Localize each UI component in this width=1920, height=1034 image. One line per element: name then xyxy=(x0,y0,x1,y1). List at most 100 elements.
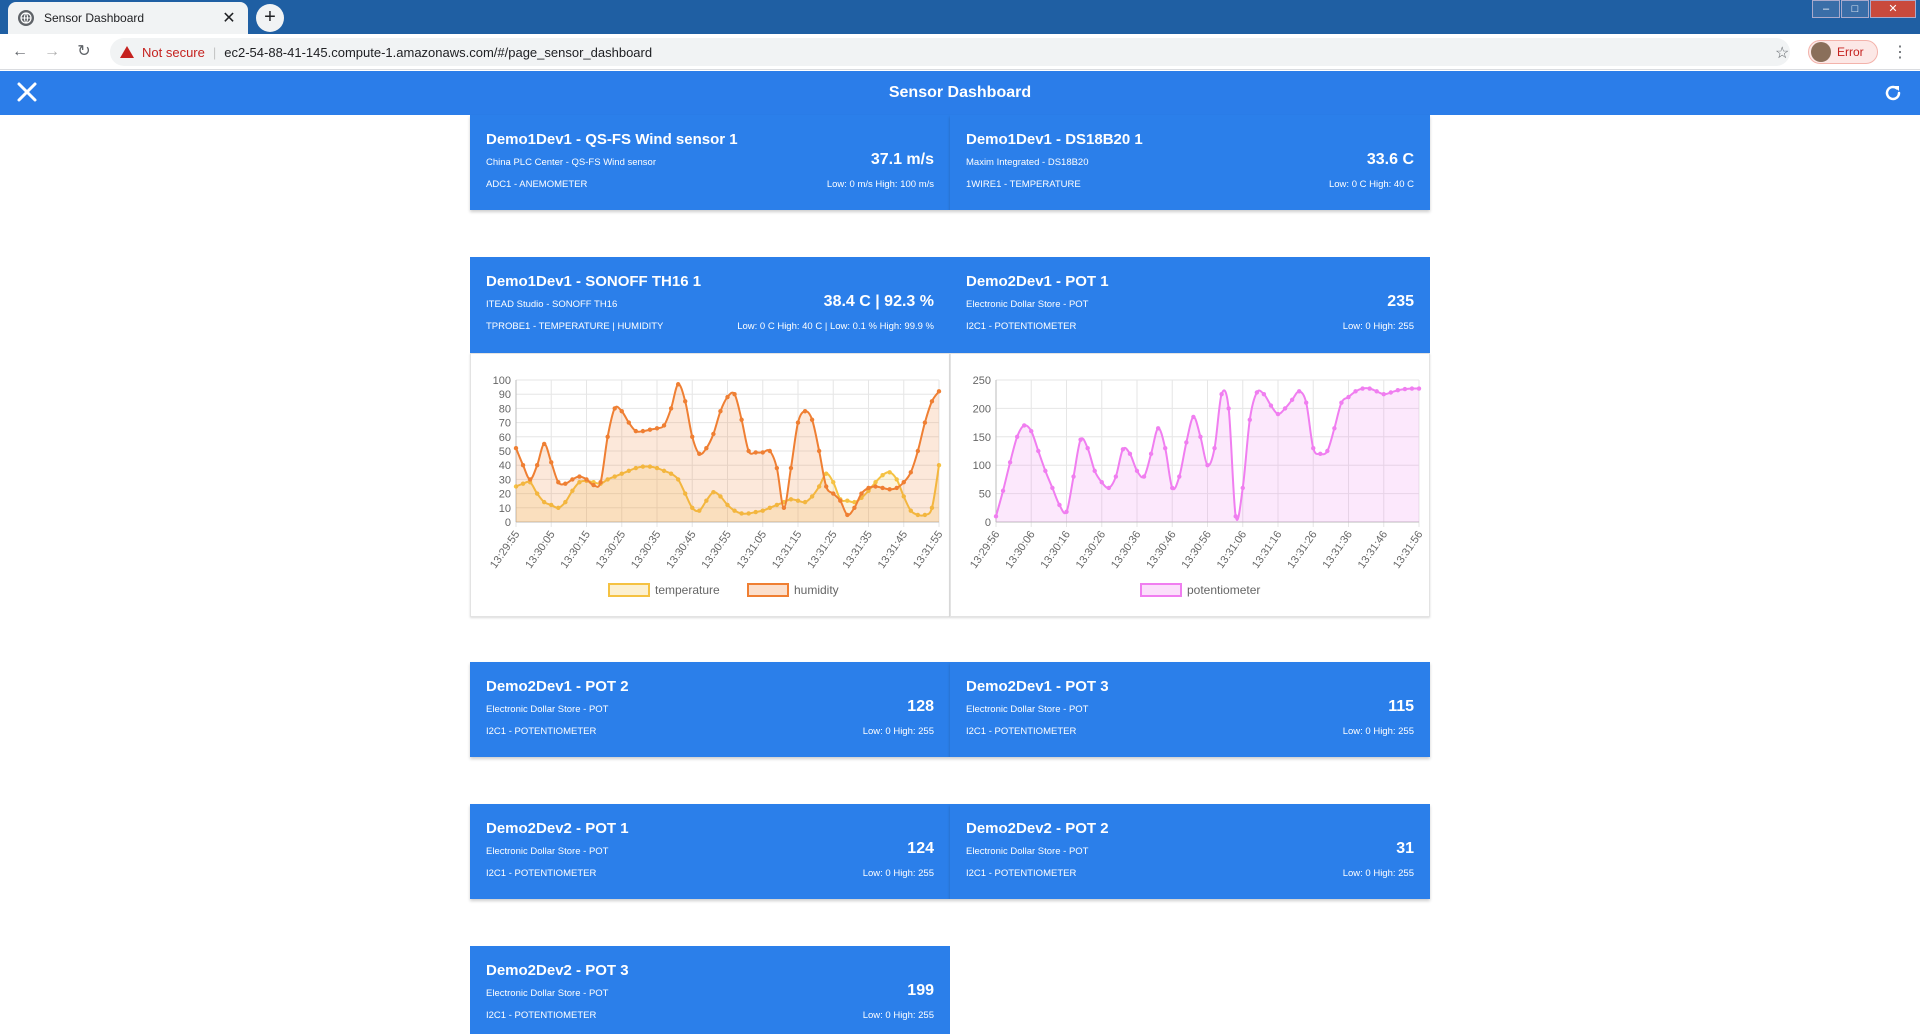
data-point-potentiometer xyxy=(1374,389,1379,394)
data-point-potentiometer xyxy=(1064,509,1069,514)
series-area-humidity xyxy=(516,384,939,522)
url-text[interactable]: ec2-54-88-41-145.compute-1.amazonaws.com… xyxy=(224,45,652,60)
reload-icon[interactable]: ↻ xyxy=(74,42,94,62)
sensor-range: Low: 0 m/s High: 100 m/s xyxy=(826,179,934,190)
menu-dots-icon[interactable]: ⋮ xyxy=(1892,42,1908,62)
new-tab-button[interactable]: + xyxy=(256,4,284,32)
data-point-humidity xyxy=(852,505,857,510)
data-point-humidity xyxy=(915,448,921,454)
sensor-range: Low: 0 High: 255 xyxy=(1342,726,1414,737)
data-point-potentiometer xyxy=(1134,468,1140,474)
legend-swatch-temperature xyxy=(608,583,650,597)
window-close-button[interactable]: ✕ xyxy=(1870,0,1916,18)
data-point-temperature xyxy=(887,470,892,475)
data-point-humidity xyxy=(922,420,928,425)
data-point-potentiometer xyxy=(1332,426,1337,431)
sensor-name: Demo2Dev1 - POT 1 xyxy=(966,273,1109,290)
sensor-card[interactable]: Demo1Dev1 - SONOFF TH16 1 ITEAD Studio -… xyxy=(470,257,950,353)
y-tick-label: 10 xyxy=(499,503,511,515)
sensor-name: Demo2Dev1 - POT 2 xyxy=(486,678,629,695)
sensor-range: Low: 0 C High: 40 C | Low: 0.1 % High: 9… xyxy=(737,321,934,332)
data-point-temperature xyxy=(845,498,850,503)
data-point-humidity xyxy=(640,428,646,434)
data-point-humidity xyxy=(697,451,702,457)
browser-tab[interactable]: Sensor Dashboard ✕ xyxy=(8,2,248,34)
sensor-card[interactable]: Demo2Dev1 - POT 1 Electronic Dollar Stor… xyxy=(950,257,1430,353)
data-point-humidity xyxy=(520,463,526,468)
x-tick-label: 13:30:26 xyxy=(1074,529,1108,571)
not-secure-label[interactable]: Not secure xyxy=(142,45,205,60)
data-point-potentiometer xyxy=(1353,389,1358,394)
profile-button[interactable]: Error xyxy=(1808,40,1878,64)
data-point-humidity xyxy=(739,417,744,422)
data-point-humidity xyxy=(668,406,674,411)
forward-arrow-icon[interactable]: → xyxy=(42,42,62,62)
data-point-potentiometer xyxy=(1381,392,1386,397)
legend-label: humidity xyxy=(794,583,839,597)
sensor-card[interactable]: Demo1Dev1 - QS-FS Wind sensor 1 China PL… xyxy=(470,115,950,210)
sensor-value: 38.4 C | 92.3 % xyxy=(823,293,934,310)
data-point-humidity xyxy=(570,477,575,482)
browser-toolbar: ← → ↻ Not secure | ec2-54-88-41-145.comp… xyxy=(0,34,1920,70)
sensor-card[interactable]: Demo2Dev2 - POT 2 Electronic Dollar Stor… xyxy=(950,804,1430,899)
data-point-humidity xyxy=(612,406,617,411)
legend-swatch-humidity xyxy=(747,583,789,597)
data-point-humidity xyxy=(542,441,547,447)
refresh-icon[interactable] xyxy=(1882,82,1904,104)
sensor-card[interactable]: Demo2Dev1 - POT 2 Electronic Dollar Stor… xyxy=(470,662,950,757)
sensor-name: Demo1Dev1 - QS-FS Wind sensor 1 xyxy=(486,131,738,148)
bookmark-star-icon[interactable]: ☆ xyxy=(1775,43,1789,63)
tab-close-icon[interactable]: ✕ xyxy=(220,8,238,28)
data-point-potentiometer xyxy=(1318,451,1323,457)
y-tick-label: 60 xyxy=(499,432,511,444)
data-point-potentiometer xyxy=(1367,386,1372,391)
sensor-value: 235 xyxy=(1387,293,1414,310)
y-tick-label: 50 xyxy=(979,489,991,501)
data-point-humidity xyxy=(556,480,561,485)
data-point-potentiometer xyxy=(1029,428,1034,434)
data-point-humidity xyxy=(534,463,540,468)
tab-title: Sensor Dashboard xyxy=(44,11,145,25)
data-point-humidity xyxy=(718,409,723,414)
data-point-potentiometer xyxy=(1311,445,1316,451)
data-point-potentiometer xyxy=(1247,417,1252,422)
data-point-potentiometer xyxy=(1339,400,1344,405)
legend-label: potentiometer xyxy=(1187,583,1260,597)
sensor-card[interactable]: Demo1Dev1 - DS18B20 1 Maxim Integrated -… xyxy=(950,115,1430,210)
data-point-potentiometer xyxy=(1268,403,1274,408)
data-point-potentiometer xyxy=(1233,514,1238,519)
data-point-potentiometer xyxy=(1022,423,1027,428)
data-point-potentiometer xyxy=(1198,434,1203,439)
x-tick-label: 13:30:45 xyxy=(664,529,698,571)
data-point-temperature xyxy=(824,471,829,476)
sensor-card[interactable]: Demo2Dev2 - POT 3 Electronic Dollar Stor… xyxy=(470,946,950,1034)
x-tick-label: 13:31:25 xyxy=(805,529,839,571)
data-point-humidity xyxy=(577,474,582,479)
data-point-humidity xyxy=(619,409,624,414)
data-point-potentiometer xyxy=(1177,474,1182,479)
data-point-potentiometer xyxy=(1409,386,1415,391)
legend-label: temperature xyxy=(655,583,720,597)
window-minimize-button[interactable]: – xyxy=(1812,0,1840,18)
sensor-port: I2C1 - POTENTIOMETER xyxy=(966,868,1077,879)
back-arrow-icon[interactable]: ← xyxy=(10,42,30,62)
x-tick-label: 13:30:36 xyxy=(1109,529,1143,571)
sensor-card[interactable]: Demo2Dev1 - POT 3 Electronic Dollar Stor… xyxy=(950,662,1430,757)
sensor-name: Demo2Dev1 - POT 3 xyxy=(966,678,1109,695)
address-bar[interactable]: Not secure | ec2-54-88-41-145.compute-1.… xyxy=(110,38,1790,66)
data-point-potentiometer xyxy=(1106,485,1111,491)
data-point-potentiometer xyxy=(1043,468,1048,474)
x-tick-label: 13:30:16 xyxy=(1039,529,1073,571)
sensor-value: 199 xyxy=(907,982,934,999)
data-point-potentiometer xyxy=(1325,448,1330,454)
data-point-potentiometer xyxy=(1219,392,1224,397)
sensor-card[interactable]: Demo2Dev2 - POT 1 Electronic Dollar Stor… xyxy=(470,804,950,899)
data-point-humidity xyxy=(845,512,850,518)
window-maximize-button[interactable]: □ xyxy=(1841,0,1869,18)
data-point-potentiometer xyxy=(1099,480,1104,485)
data-point-humidity xyxy=(774,465,780,471)
data-point-temperature xyxy=(894,477,899,482)
sensor-range: Low: 0 High: 255 xyxy=(862,1010,934,1021)
data-point-humidity xyxy=(661,423,667,428)
x-tick-label: 13:31:35 xyxy=(841,529,875,571)
